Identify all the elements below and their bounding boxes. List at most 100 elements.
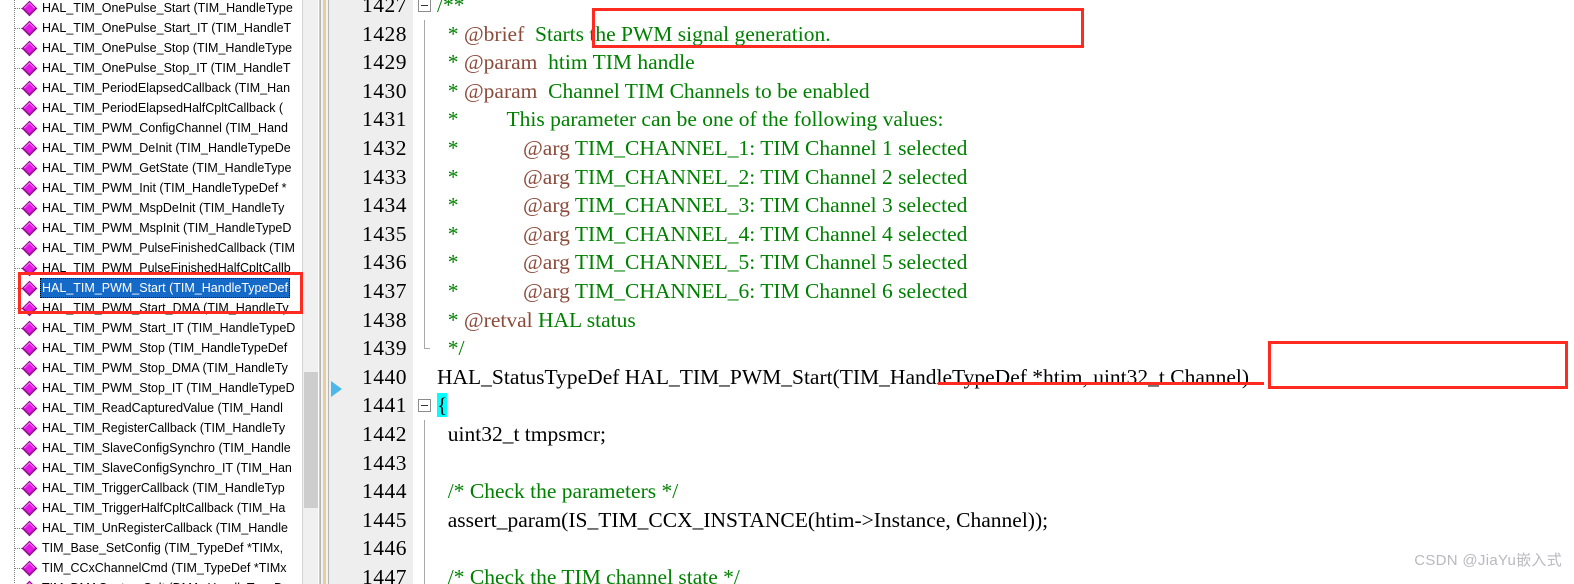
fold-column[interactable] [413,133,437,163]
code-text: * @arg TIM_CHANNEL_1: TIM Channel 1 sele… [437,134,968,163]
fold-column[interactable] [413,76,437,106]
fold-guide-line [424,105,425,134]
code-line[interactable]: 1443 [329,448,1574,478]
sidebar-vertical-scrollbar[interactable] [302,0,318,584]
line-number: 1443 [329,448,413,478]
code-lines-container[interactable]: 1427 /** 1428 * @brief Starts the PWM sign… [329,0,1574,584]
tree-item[interactable]: HAL_TIM_UnRegisterCallback (TIM_Handle [0,518,303,538]
fold-column[interactable] [413,505,437,535]
fold-column[interactable] [413,419,437,449]
diamond-method-icon [21,320,38,336]
fold-guide-line [424,305,425,335]
tree-item[interactable]: HAL_TIM_RegisterCallback (TIM_HandleTy [0,418,303,438]
code-editor-panel[interactable]: 1427 /** 1428 * @brief Starts the PWM sign… [329,0,1574,584]
code-line[interactable]: 1439 */ [329,334,1574,363]
fold-column[interactable] [413,162,437,192]
fold-column[interactable] [413,0,437,20]
fold-collapse-icon[interactable] [418,0,431,12]
tree-item[interactable]: HAL_TIM_PWM_MspDeInit (TIM_HandleTy [0,198,303,218]
panel-splitter[interactable] [320,0,329,584]
code-line[interactable]: 1428 * @brief Starts the PWM signal gene… [329,19,1574,49]
tree-item[interactable]: TIM_CCxChannelCmd (TIM_TypeDef *TIMx [0,558,303,578]
diamond-method-icon [21,120,38,136]
code-line[interactable]: 1440 HAL_StatusTypeDef HAL_TIM_PWM_Start(… [329,362,1574,392]
tree-item[interactable]: HAL_TIM_PWM_ConfigChannel (TIM_Hand [0,118,303,138]
code-line[interactable]: 1436 * @arg TIM_CHANNEL_5: TIM Channel 5… [329,248,1574,277]
code-line[interactable]: 1438 * @retval HAL status [329,305,1574,335]
diamond-method-icon [21,260,38,276]
code-line[interactable]: 1434 * @arg TIM_CHANNEL_3: TIM Channel 3… [329,191,1574,220]
tree-item[interactable]: HAL_TIM_OnePulse_Start_IT (TIM_HandleT [0,18,303,38]
tree-item-label: HAL_TIM_UnRegisterCallback (TIM_Handle [42,521,288,535]
fold-column[interactable] [413,477,437,506]
code-text: * @param htim TIM handle [437,48,695,77]
tree-item[interactable]: HAL_TIM_SlaveConfigSynchro_IT (TIM_Han [0,458,303,478]
symbol-tree-list[interactable]: HAL_TIM_OnePulse_Start (TIM_HandleType HA… [0,0,303,584]
tree-item[interactable]: HAL_TIM_OnePulse_Stop (TIM_HandleType [0,38,303,58]
tree-item[interactable]: HAL_TIM_PWM_Start_IT (TIM_HandleTypeD [0,318,303,338]
code-line[interactable]: 1447 /* Check the TIM channel state */ [329,562,1574,584]
fold-column[interactable] [413,448,437,478]
tree-item[interactable]: HAL_TIM_ReadCapturedValue (TIM_Handl [0,398,303,418]
fold-column[interactable] [413,534,437,563]
fold-column[interactable] [413,363,437,392]
tree-item[interactable]: HAL_TIM_PWM_GetState (TIM_HandleType [0,158,303,178]
code-line[interactable]: 1444 /* Check the parameters */ [329,477,1574,506]
tree-item[interactable]: HAL_TIM_PWM_MspInit (TIM_HandleTypeD [0,218,303,238]
fold-column[interactable] [413,19,437,49]
code-line[interactable]: 1431 * This parameter can be one of the … [329,105,1574,134]
csdn-watermark: CSDN @JiaYu嵌入式 [1414,552,1562,569]
tree-item[interactable]: TIM_Base_SetConfig (TIM_TypeDef *TIMx, [0,538,303,558]
tree-item[interactable]: HAL_TIM_PWM_PulseFinishedCallback (TIM [0,238,303,258]
fold-guide-line [424,562,425,584]
tree-item[interactable]: TIM_DMACaptureCplt (DMA_HandleTypeD [0,578,303,584]
bookmark-arrow-icon[interactable] [331,381,342,397]
tree-item[interactable]: HAL_TIM_PWM_Stop_DMA (TIM_HandleTy [0,358,303,378]
fold-guide-line [424,248,425,277]
code-line[interactable]: 1430 * @param Channel TIM Channels to be… [329,76,1574,106]
fold-column[interactable] [413,219,437,249]
diamond-method-icon [21,360,38,376]
tree-item[interactable]: HAL_TIM_OnePulse_Start (TIM_HandleType [0,0,303,18]
code-line[interactable]: 1437 * @arg TIM_CHANNEL_6: TIM Channel 6… [329,276,1574,306]
sidebar-scrollbar-thumb[interactable] [304,372,318,508]
tree-item[interactable]: HAL_TIM_PWM_Stop (TIM_HandleTypeDef [0,338,303,358]
code-text: assert_param(IS_TIM_CCX_INSTANCE(htim->I… [437,506,1048,535]
tree-item[interactable]: HAL_TIM_PWM_Init (TIM_HandleTypeDef * [0,178,303,198]
fold-column[interactable] [413,248,437,277]
fold-column[interactable] [413,191,437,220]
tree-item[interactable]: HAL_TIM_PWM_Stop_IT (TIM_HandleTypeD [0,378,303,398]
tree-item-label: HAL_TIM_SlaveConfigSynchro (TIM_Handle [42,441,291,455]
tree-item[interactable]: HAL_TIM_TriggerCallback (TIM_HandleTyp [0,478,303,498]
tree-item[interactable]: HAL_TIM_PeriodElapsedCallback (TIM_Han [0,78,303,98]
fold-column[interactable] [413,334,437,363]
fold-column[interactable] [413,48,437,77]
fold-column[interactable] [413,276,437,306]
fold-column[interactable] [413,305,437,335]
tree-item[interactable]: HAL_TIM_TriggerHalfCpltCallback (TIM_Ha [0,498,303,518]
code-line[interactable]: 1442 uint32_t tmpsmcr; [329,419,1574,449]
fold-column[interactable] [413,562,437,584]
fold-column[interactable] [413,105,437,134]
symbol-tree-panel[interactable]: HAL_TIM_OnePulse_Start (TIM_HandleType HA… [0,0,320,584]
code-line[interactable]: 1446 [329,534,1574,563]
diamond-method-icon [21,300,38,316]
fold-column[interactable] [413,391,437,420]
tree-item[interactable]: HAL_TIM_SlaveConfigSynchro (TIM_Handle [0,438,303,458]
code-line[interactable]: 1445 assert_param(IS_TIM_CCX_INSTANCE(ht… [329,505,1574,535]
code-line[interactable]: 1433 * @arg TIM_CHANNEL_2: TIM Channel 2… [329,162,1574,192]
code-line[interactable]: 1441{ [329,391,1574,420]
tree-item-label: HAL_TIM_PWM_ConfigChannel (TIM_Hand [42,121,288,135]
code-line[interactable]: 1432 * @arg TIM_CHANNEL_1: TIM Channel 1… [329,133,1574,163]
tree-item[interactable]: HAL_TIM_PWM_Start_DMA (TIM_HandleTy [0,298,303,318]
code-line[interactable]: 1427 /** [329,0,1574,20]
tree-item[interactable]: HAL_TIM_OnePulse_Stop_IT (TIM_HandleT [0,58,303,78]
code-line[interactable]: 1435 * @arg TIM_CHANNEL_4: TIM Channel 4… [329,219,1574,249]
tree-item-selected[interactable]: HAL_TIM_PWM_Start (TIM_HandleTypeDef [0,278,303,298]
fold-collapse-icon[interactable] [418,399,431,413]
tree-item[interactable]: HAL_TIM_PWM_DeInit (TIM_HandleTypeDe [0,138,303,158]
code-text: */ [437,334,465,363]
code-line[interactable]: 1429 * @param htim TIM handle [329,48,1574,77]
tree-item[interactable]: HAL_TIM_PeriodElapsedHalfCpltCallback ( [0,98,303,118]
tree-item[interactable]: HAL_TIM_PWM_PulseFinishedHalfCpltCallb [0,258,303,278]
